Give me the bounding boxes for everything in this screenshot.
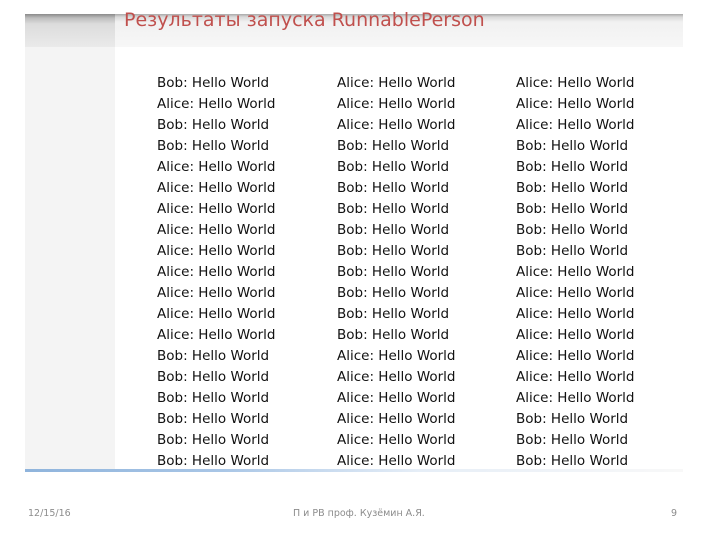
output-line: Bob: Hello World	[516, 201, 629, 217]
footer-author: П и РВ проф. Кузёмин А.Я.	[293, 508, 425, 519]
output-line: Alice: Hello World	[516, 285, 635, 301]
output-column-1: Bob: Hello World Alice: Hello World Bob: H…	[157, 73, 276, 472]
output-line: Alice: Hello World	[337, 432, 456, 448]
slide-title: Результаты запуска RunnablePerson	[124, 9, 485, 31]
output-line: Alice: Hello World	[516, 117, 635, 133]
output-line: Alice: Hello World	[157, 243, 276, 259]
output-line: Bob: Hello World	[337, 285, 450, 301]
output-line: Alice: Hello World	[157, 159, 276, 175]
output-line: Bob: Hello World	[337, 306, 450, 322]
footer-date: 12/15/16	[28, 508, 71, 519]
output-line: Bob: Hello World	[157, 348, 270, 364]
output-line: Alice: Hello World	[337, 390, 456, 406]
output-line: Alice: Hello World	[516, 390, 635, 406]
output-line: Bob: Hello World	[337, 243, 450, 259]
output-line: Bob: Hello World	[516, 180, 629, 196]
output-column-2: Alice: Hello World Alice: Hello World Alic…	[337, 73, 456, 472]
title-bar-left-block	[25, 14, 115, 47]
output-line: Alice: Hello World	[157, 180, 276, 196]
output-line: Bob: Hello World	[337, 264, 450, 280]
output-line: Bob: Hello World	[157, 390, 270, 406]
output-line: Alice: Hello World	[337, 96, 456, 112]
output-line: Bob: Hello World	[516, 159, 629, 175]
output-line: Bob: Hello World	[157, 75, 270, 91]
output-line: Bob: Hello World	[337, 201, 450, 217]
output-line: Bob: Hello World	[157, 138, 270, 154]
output-line: Alice: Hello World	[157, 264, 276, 280]
output-line: Alice: Hello World	[516, 369, 635, 385]
output-line: Bob: Hello World	[337, 159, 450, 175]
output-line: Alice: Hello World	[337, 75, 456, 91]
output-line: Bob: Hello World	[337, 138, 450, 154]
output-line: Alice: Hello World	[516, 306, 635, 322]
footer-accent-line	[25, 469, 683, 472]
output-line: Bob: Hello World	[157, 411, 270, 427]
output-line: Alice: Hello World	[516, 327, 635, 343]
output-line: Alice: Hello World	[157, 327, 276, 343]
output-line: Alice: Hello World	[337, 117, 456, 133]
output-line: Alice: Hello World	[516, 96, 635, 112]
output-line: Bob: Hello World	[157, 432, 270, 448]
output-line: Bob: Hello World	[516, 243, 629, 259]
output-line: Bob: Hello World	[157, 369, 270, 385]
output-line: Bob: Hello World	[516, 222, 629, 238]
output-line: Alice: Hello World	[337, 411, 456, 427]
output-line: Bob: Hello World	[337, 222, 450, 238]
output-line: Alice: Hello World	[157, 222, 276, 238]
output-line: Bob: Hello World	[516, 432, 629, 448]
output-line: Alice: Hello World	[157, 285, 276, 301]
output-line: Alice: Hello World	[157, 306, 276, 322]
output-line: Bob: Hello World	[337, 327, 450, 343]
output-line: Bob: Hello World	[516, 138, 629, 154]
page-number: 9	[671, 508, 678, 519]
output-line: Alice: Hello World	[516, 75, 635, 91]
output-line: Bob: Hello World	[516, 411, 629, 427]
output-line: Alice: Hello World	[337, 348, 456, 364]
output-line: Alice: Hello World	[516, 348, 635, 364]
output-line: Alice: Hello World	[157, 201, 276, 217]
output-line: Bob: Hello World	[157, 117, 270, 133]
output-line: Bob: Hello World	[337, 180, 450, 196]
output-line: Alice: Hello World	[337, 369, 456, 385]
output-column-3: Alice: Hello World Alice: Hello World Alic…	[516, 73, 635, 472]
output-line: Alice: Hello World	[157, 96, 276, 112]
console-output-screenshot: Bob: Hello World Alice: Hello World Bob: H…	[115, 47, 683, 470]
output-line: Alice: Hello World	[516, 264, 635, 280]
